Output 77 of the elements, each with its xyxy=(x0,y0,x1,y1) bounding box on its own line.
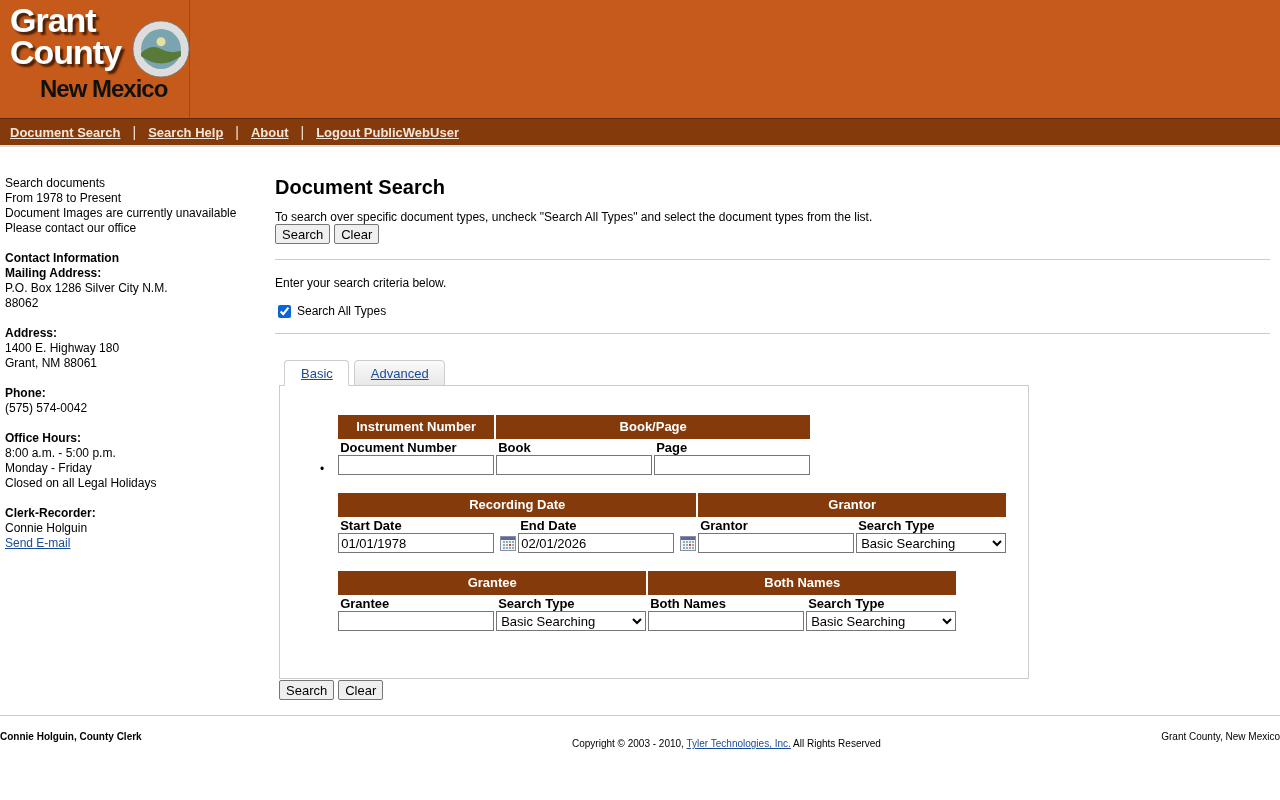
field-label: Search Type xyxy=(857,517,936,533)
company-link[interactable]: Tyler Technologies, Inc. xyxy=(686,738,791,749)
group-header: Both Names xyxy=(648,571,957,595)
date-field[interactable]: 02/01/2026 xyxy=(518,533,675,553)
input-field[interactable] xyxy=(698,533,855,553)
input-field[interactable] xyxy=(338,455,495,475)
date-field[interactable]: 01/01/1978 xyxy=(338,533,495,553)
input-field[interactable] xyxy=(654,455,811,475)
sidebar-heading: Office Hours: xyxy=(5,431,82,446)
nav-link[interactable]: About xyxy=(251,124,289,140)
nav-link[interactable]: Search Help xyxy=(148,124,224,140)
logo-text: New Mexico xyxy=(40,74,168,104)
copyright-text: Copyright © 2003 - 2010, xyxy=(572,738,684,749)
sidebar-text: From 1978 to Present xyxy=(5,191,123,206)
footer-county-text: Grant County, New Mexico xyxy=(1161,731,1280,742)
sidebar-text: (575) 574-0042 xyxy=(5,401,89,416)
instructions-text: To search over specific document types, uncheck "Search All Types" and select the document types from the list. xyxy=(275,210,874,224)
nav-link[interactable]: Logout PublicWebUser xyxy=(316,124,459,140)
sidebar-text: 8:00 a.m. - 5:00 p.m. xyxy=(5,446,117,461)
field-label: Search Type xyxy=(497,595,576,611)
field-label: Book xyxy=(497,439,532,455)
nav-separator: | xyxy=(235,124,239,140)
list-bullet: • xyxy=(320,462,325,478)
field-label: Document Number xyxy=(339,439,458,455)
search-button[interactable]: Search xyxy=(279,680,335,700)
clear-button[interactable]: Clear xyxy=(338,680,384,700)
sidebar-text: Grant, NM 88061 xyxy=(5,356,99,371)
clear-button[interactable]: Clear xyxy=(334,224,380,244)
sidebar-heading: Contact Information xyxy=(5,251,120,266)
sidebar-text: Document Images are currently unavailable xyxy=(5,206,238,221)
county-seal-icon xyxy=(132,20,190,78)
email-link[interactable]: Send E-mail xyxy=(5,536,275,551)
tab[interactable]: Advanced xyxy=(353,360,445,386)
calendar-icon[interactable] xyxy=(680,535,697,551)
calendar-icon[interactable] xyxy=(500,535,517,551)
sidebar-heading: Address: xyxy=(5,326,58,341)
search-type-select[interactable]: Basic Searching xyxy=(806,611,957,631)
sidebar-text: 1400 E. Highway 180 xyxy=(5,341,121,356)
sidebar-text: P.O. Box 1286 Silver City N.M. xyxy=(5,281,169,296)
sidebar-text: Closed on all Legal Holidays xyxy=(5,476,158,491)
logo-text: Grant xyxy=(10,4,96,36)
sidebar-text: Please contact our office xyxy=(5,221,138,236)
nav-link[interactable]: Document Search xyxy=(10,124,121,140)
group-header: Recording Date xyxy=(338,493,697,517)
criteria-text: Enter your search criteria below. xyxy=(275,276,448,290)
field-label: Grantor xyxy=(699,517,749,533)
group-header: Instrument Number xyxy=(338,415,495,439)
sidebar-heading: Mailing Address: xyxy=(5,266,103,281)
sidebar-text: Connie Holguin xyxy=(5,521,89,536)
search-type-select[interactable]: Basic Searching xyxy=(856,533,1007,553)
nav-separator: | xyxy=(132,124,137,140)
input-field[interactable] xyxy=(338,611,495,631)
input-field[interactable] xyxy=(496,455,653,475)
search-type-select[interactable]: Basic Searching xyxy=(496,611,647,631)
field-label: Grantee xyxy=(339,595,391,611)
sidebar-heading: Clerk-Recorder: xyxy=(5,506,97,521)
field-label: Page xyxy=(655,439,689,455)
group-header: Book/Page xyxy=(496,415,811,439)
checkbox-label: Search All Types xyxy=(297,304,387,318)
input-field[interactable] xyxy=(648,611,805,631)
sidebar-text: Search documents xyxy=(5,176,107,191)
field-label: End Date xyxy=(519,517,578,533)
nav-separator: | xyxy=(300,124,305,140)
rights-text: All Rights Reserved xyxy=(793,738,881,749)
sidebar-heading: Phone: xyxy=(5,386,47,401)
group-header: Grantor xyxy=(698,493,1007,517)
page-title: Document Search xyxy=(275,176,447,200)
field-label: Both Names xyxy=(649,595,728,611)
field-label: Search Type xyxy=(807,595,886,611)
sidebar-text: 88062 xyxy=(5,296,40,311)
tab[interactable]: Basic xyxy=(284,360,349,386)
sidebar-text: Monday - Friday xyxy=(5,461,93,476)
group-header: Grantee xyxy=(338,571,647,595)
footer-clerk-text: Connie Holguin, County Clerk xyxy=(0,731,142,742)
search-all-types-checkbox[interactable] xyxy=(278,304,291,318)
field-label: Start Date xyxy=(339,517,403,533)
search-button[interactable]: Search xyxy=(275,224,331,244)
